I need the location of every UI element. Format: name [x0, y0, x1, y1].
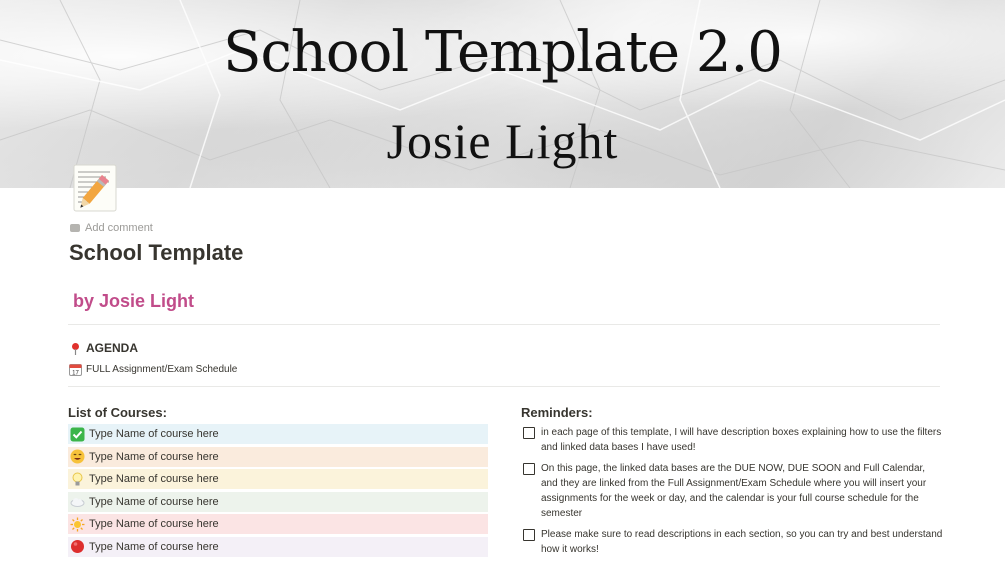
reminder-item: On this page, the linked data bases are …: [523, 461, 943, 521]
reminder-checkbox[interactable]: [523, 529, 535, 541]
full-schedule-link-label: FULL Assignment/Exam Schedule: [86, 364, 238, 375]
cover-title: School Template 2.0: [223, 20, 783, 85]
calendar-icon: 17: [69, 363, 82, 377]
reminder-text: in each page of this template, I will ha…: [541, 427, 942, 453]
agenda-link[interactable]: AGENDA: [69, 341, 138, 355]
reminder-text: Please make sure to read descriptions in…: [541, 529, 943, 555]
course-item[interactable]: Type Name of course here: [68, 514, 488, 534]
reminders-list: in each page of this template, I will ha…: [523, 425, 943, 563]
divider: [68, 324, 940, 325]
divider: [68, 386, 940, 387]
course-item[interactable]: Type Name of course here: [68, 469, 488, 489]
courses-heading: List of Courses:: [68, 405, 167, 420]
pin-icon: [69, 342, 82, 355]
course-item[interactable]: Type Name of course here: [68, 536, 488, 557]
cloud-icon: [70, 494, 85, 509]
course-label: Type Name of course here: [89, 428, 219, 440]
add-comment-button[interactable]: Add comment: [70, 222, 153, 234]
red-circle-icon: [70, 539, 85, 554]
courses-list: Type Name of course here Type Name of co…: [68, 424, 488, 559]
course-item[interactable]: Type Name of course here: [68, 424, 488, 444]
reminders-heading: Reminders:: [521, 405, 593, 420]
svg-text:17: 17: [72, 371, 79, 377]
comment-icon: [70, 224, 80, 232]
smiley-icon: [70, 449, 85, 464]
full-schedule-link[interactable]: 17 FULL Assignment/Exam Schedule: [69, 363, 238, 377]
course-label: Type Name of course here: [89, 518, 219, 530]
course-label: Type Name of course here: [89, 473, 219, 485]
reminder-text: On this page, the linked data bases are …: [541, 463, 927, 519]
course-item[interactable]: Type Name of course here: [68, 491, 488, 512]
reminder-item: Please make sure to read descriptions in…: [523, 527, 943, 557]
reminder-checkbox[interactable]: [523, 463, 535, 475]
memo-pencil-icon[interactable]: [72, 163, 124, 213]
sun-icon: [70, 517, 85, 532]
lightbulb-icon: [70, 472, 85, 487]
agenda-link-label: AGENDA: [86, 341, 139, 355]
reminder-checkbox[interactable]: [523, 427, 535, 439]
cover-subtitle: Josie Light: [386, 113, 619, 169]
add-comment-label: Add comment: [85, 222, 153, 234]
course-label: Type Name of course here: [89, 450, 219, 463]
reminder-item: in each page of this template, I will ha…: [523, 425, 943, 455]
byline-heading: by Josie Light: [73, 291, 195, 311]
course-label: Type Name of course here: [89, 495, 219, 508]
course-label: Type Name of course here: [89, 540, 219, 553]
cover-image: School Template 2.0 Josie Light: [0, 0, 1005, 188]
course-item[interactable]: Type Name of course here: [68, 446, 488, 467]
check-box-icon: [70, 427, 85, 442]
page-title[interactable]: School Template: [69, 240, 243, 266]
